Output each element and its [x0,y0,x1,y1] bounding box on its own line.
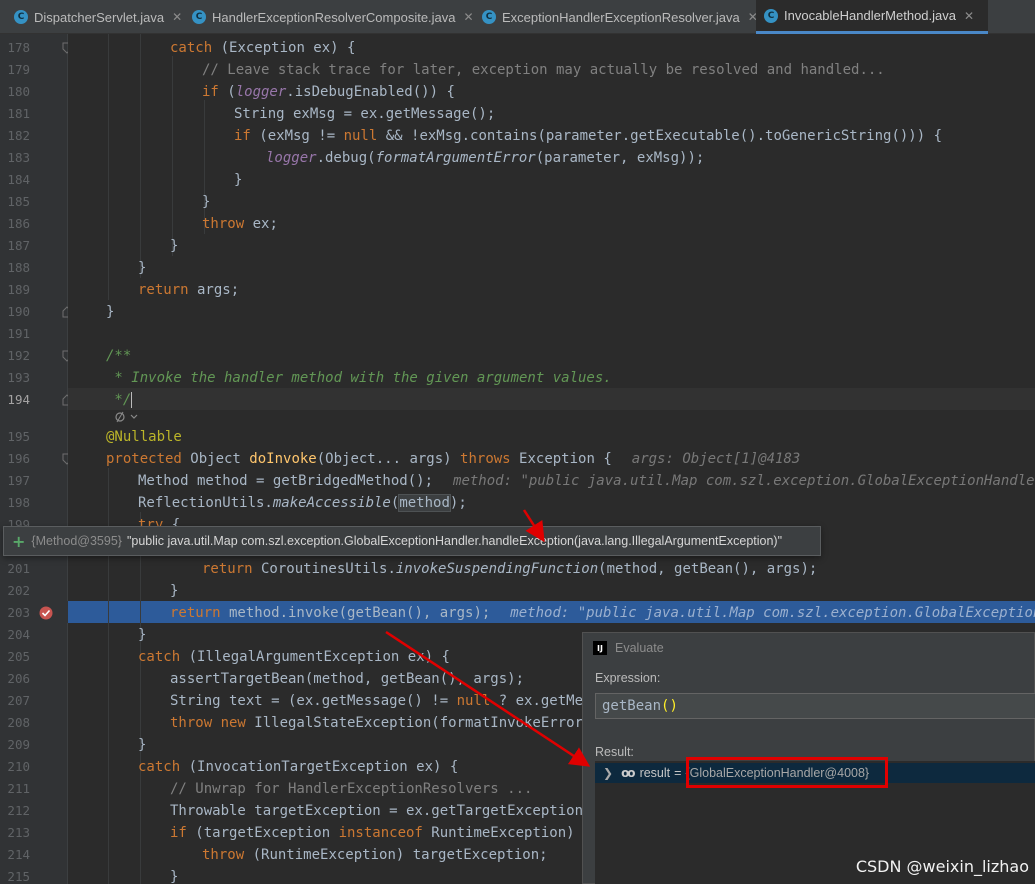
arrow-to-result [385,630,591,767]
annotation-arrows [385,509,591,767]
watermark: CSDN @weixin_lizhao [855,857,1029,876]
arrow-to-tooltip [522,509,545,543]
